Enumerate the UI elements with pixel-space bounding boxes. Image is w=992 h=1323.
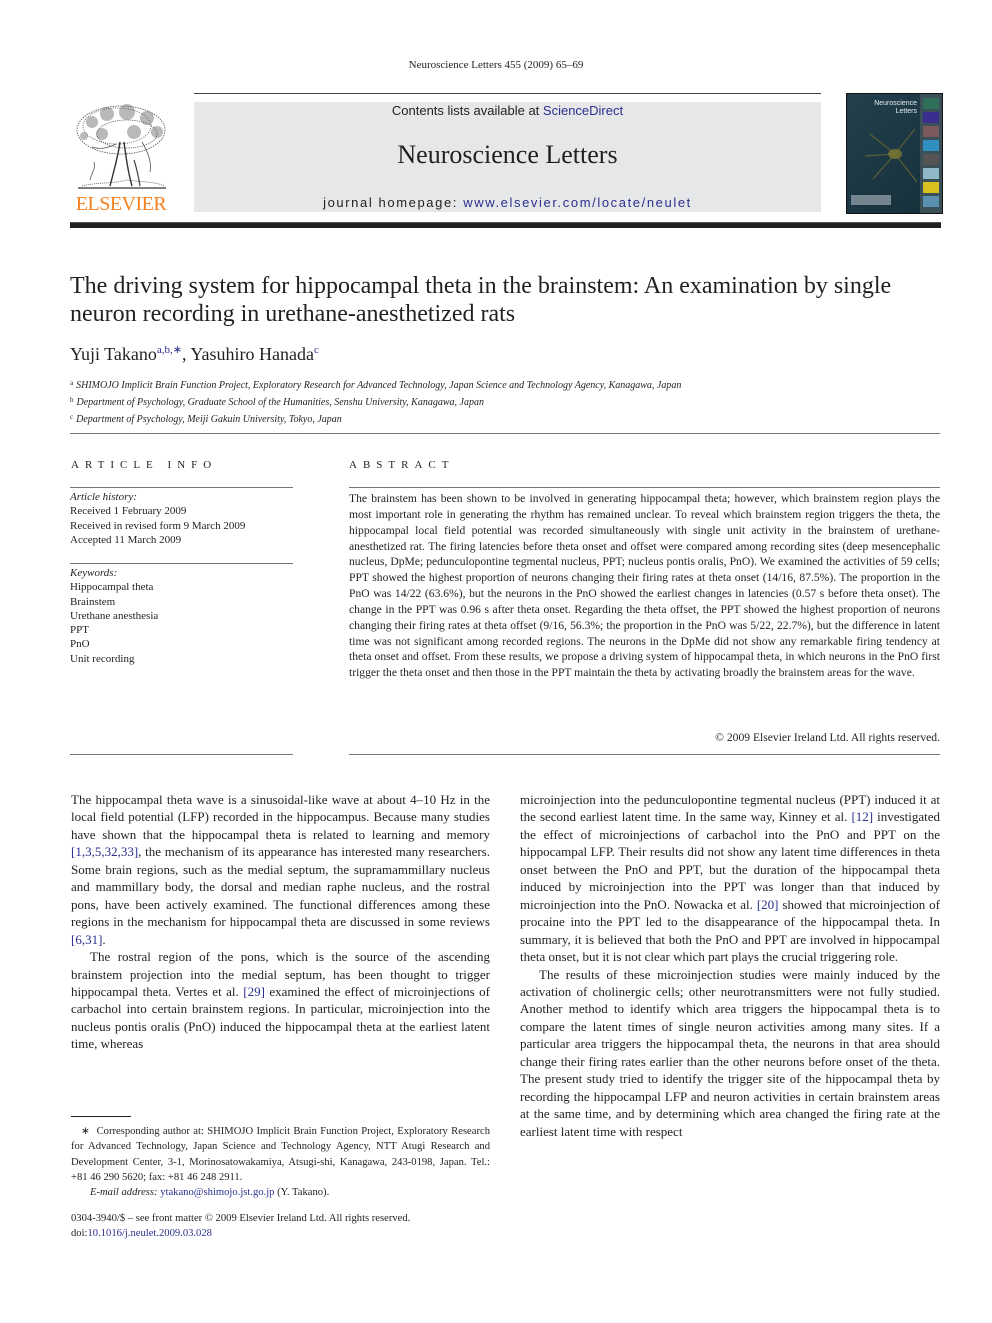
journal-name: Neuroscience Letters: [397, 140, 618, 169]
citation-link[interactable]: [29]: [243, 984, 265, 999]
abstract-heading: ABSTRACT: [349, 459, 455, 471]
keyword-item: PPT: [70, 624, 89, 637]
journal-homepage-link[interactable]: www.elsevier.com/locate/neulet: [463, 195, 692, 210]
corresponding-author-footnote: ∗ Corresponding author at: SHIMOJO Impli…: [71, 1124, 490, 1200]
cover-thumb-5: [923, 154, 939, 165]
elsevier-tree-icon: [76, 104, 166, 189]
sciencedirect-link[interactable]: ScienceDirect: [543, 103, 623, 118]
abstract-divider: [349, 487, 940, 488]
cover-thumbnail-strip: [920, 94, 942, 213]
keyword-item: PnO: [70, 638, 90, 651]
body-column-right: microinjection into the pedunculopontine…: [520, 791, 940, 1140]
body-paragraph: The hippocampal theta wave is a sinusoid…: [71, 791, 490, 948]
footnote-corresponding: ∗ Corresponding author at: SHIMOJO Impli…: [71, 1124, 490, 1185]
contents-prefix: Contents lists available at: [391, 103, 543, 118]
doi-line: doi:10.1016/j.neulet.2009.03.028: [71, 1226, 410, 1241]
elsevier-wordmark: ELSEVIER: [75, 193, 167, 215]
citation-link[interactable]: [20]: [757, 897, 779, 912]
body-column-left: The hippocampal theta wave is a sinusoid…: [71, 791, 490, 1053]
citation-link[interactable]: [6,31]: [71, 932, 102, 947]
citation-link[interactable]: [1,3,5,32,33]: [71, 844, 138, 859]
keyword-item: Urethane anesthesia: [70, 609, 159, 622]
keywords: Keywords: Hippocampal theta Brainstem Ur…: [70, 566, 158, 666]
cover-title-line-1: Neuroscience: [874, 100, 917, 107]
homepage-prefix: journal homepage:: [323, 195, 464, 210]
affiliation-mark: b: [70, 396, 74, 404]
abstract-bottom-divider: [349, 754, 940, 755]
cover-title: Neuroscience Letters: [861, 100, 917, 116]
affiliation-text: Department of Psychology, Graduate Schoo…: [76, 397, 484, 408]
journal-masthead: Contents lists available at ScienceDirec…: [194, 102, 821, 212]
cover-label-box: [851, 195, 891, 205]
footnote-mark: ∗: [81, 1126, 90, 1137]
running-head: Neuroscience Letters 455 (2009) 65–69: [408, 59, 584, 71]
abstract-text: The brainstem has been shown to be invol…: [349, 492, 940, 680]
author-list: Yuji Takanoa,b,∗, Yasuhiro Hanadac: [70, 343, 319, 365]
affiliation-text: Department of Psychology, Meiji Gakuin U…: [76, 414, 342, 425]
history-item: Received in revised form 9 March 2009: [70, 519, 246, 532]
affiliation-mark: c: [70, 413, 74, 421]
footnote-email: E-mail address: ytakano@shimojo.jst.go.j…: [71, 1185, 490, 1200]
affiliation-item: b Department of Psychology, Graduate Scho…: [70, 393, 681, 410]
article-info-divider: [70, 487, 293, 488]
affiliations-divider: [70, 433, 940, 434]
author-affiliation-marks[interactable]: a,b,∗: [157, 344, 182, 356]
article-info-bottom-divider: [70, 754, 293, 755]
author-affiliation-marks[interactable]: c: [314, 344, 319, 356]
front-matter: 0304-3940/$ – see front matter © 2009 El…: [71, 1211, 410, 1242]
keywords-divider: [70, 563, 293, 564]
body-paragraph: The rostral region of the pons, which is…: [71, 948, 490, 1053]
journal-cover-image[interactable]: Neuroscience Letters: [846, 93, 943, 214]
cover-thumb-2: [923, 112, 939, 123]
body-text: .: [102, 931, 106, 947]
history-item: Received 1 February 2009: [70, 505, 187, 518]
cover-thumb-3: [923, 126, 939, 137]
cover-title-line-2: Letters: [895, 108, 917, 115]
email-label: E-mail address:: [90, 1187, 161, 1199]
cover-thumb-4: [923, 140, 939, 151]
author-name: Yuji Takano: [70, 344, 157, 364]
footnote-text: Corresponding author at: SHIMOJO Implici…: [71, 1126, 490, 1183]
cover-thumb-6: [923, 168, 939, 179]
abstract-copyright: © 2009 Elsevier Ireland Ltd. All rights …: [715, 731, 940, 744]
affiliation-mark: a: [70, 379, 74, 387]
article-info-heading: ARTICLE INFO: [71, 459, 218, 471]
affiliation-text: SHIMOJO Implicit Brain Function Project,…: [76, 380, 682, 391]
keywords-label: Keywords:: [70, 567, 118, 579]
body-paragraph: microinjection into the pedunculopontine…: [520, 791, 940, 966]
footnote-rule: [71, 1116, 131, 1117]
contents-availability-line: Contents lists available at ScienceDirec…: [194, 103, 821, 118]
neuron-illustration-icon: [865, 128, 918, 183]
article-history: Article history: Received 1 February 200…: [70, 490, 245, 547]
affiliation-item: a SHIMOJO Implicit Brain Function Project…: [70, 376, 681, 393]
affiliation-list: a SHIMOJO Implicit Brain Function Project…: [70, 376, 681, 427]
cover-thumb-8: [923, 196, 939, 207]
header-thick-rule: [70, 222, 941, 228]
header-top-rule: [194, 93, 821, 94]
affiliation-item: c Department of Psychology, Meiji Gakuin …: [70, 410, 681, 427]
email-suffix: (Y. Takano).: [274, 1187, 330, 1199]
cover-thumb-1: [923, 98, 939, 109]
journal-homepage-line: journal homepage: www.elsevier.com/locat…: [194, 195, 821, 210]
keyword-item: Unit recording: [70, 652, 135, 665]
email-link[interactable]: ytakano@shimojo.jst.go.jp: [160, 1187, 274, 1198]
history-item: Accepted 11 March 2009: [70, 533, 182, 546]
body-text: The hippocampal theta wave is a sinusoid…: [71, 792, 490, 842]
issn-line: 0304-3940/$ – see front matter © 2009 El…: [71, 1213, 411, 1224]
keyword-item: Brainstem: [70, 595, 116, 608]
article-title: The driving system for hippocampal theta…: [70, 273, 892, 327]
keyword-item: Hippocampal theta: [70, 581, 154, 594]
elsevier-logo[interactable]: ELSEVIER: [70, 102, 172, 215]
cover-thumb-7: [923, 182, 939, 193]
article-history-label: Article history:: [70, 491, 137, 503]
author-name: Yasuhiro Hanada: [190, 344, 315, 364]
citation-link[interactable]: [12]: [851, 809, 873, 824]
body-paragraph: The results of these microinjection stud…: [520, 966, 940, 1139]
doi-link[interactable]: 10.1016/j.neulet.2009.03.028: [87, 1228, 211, 1239]
doi-label: doi:: [71, 1228, 88, 1240]
